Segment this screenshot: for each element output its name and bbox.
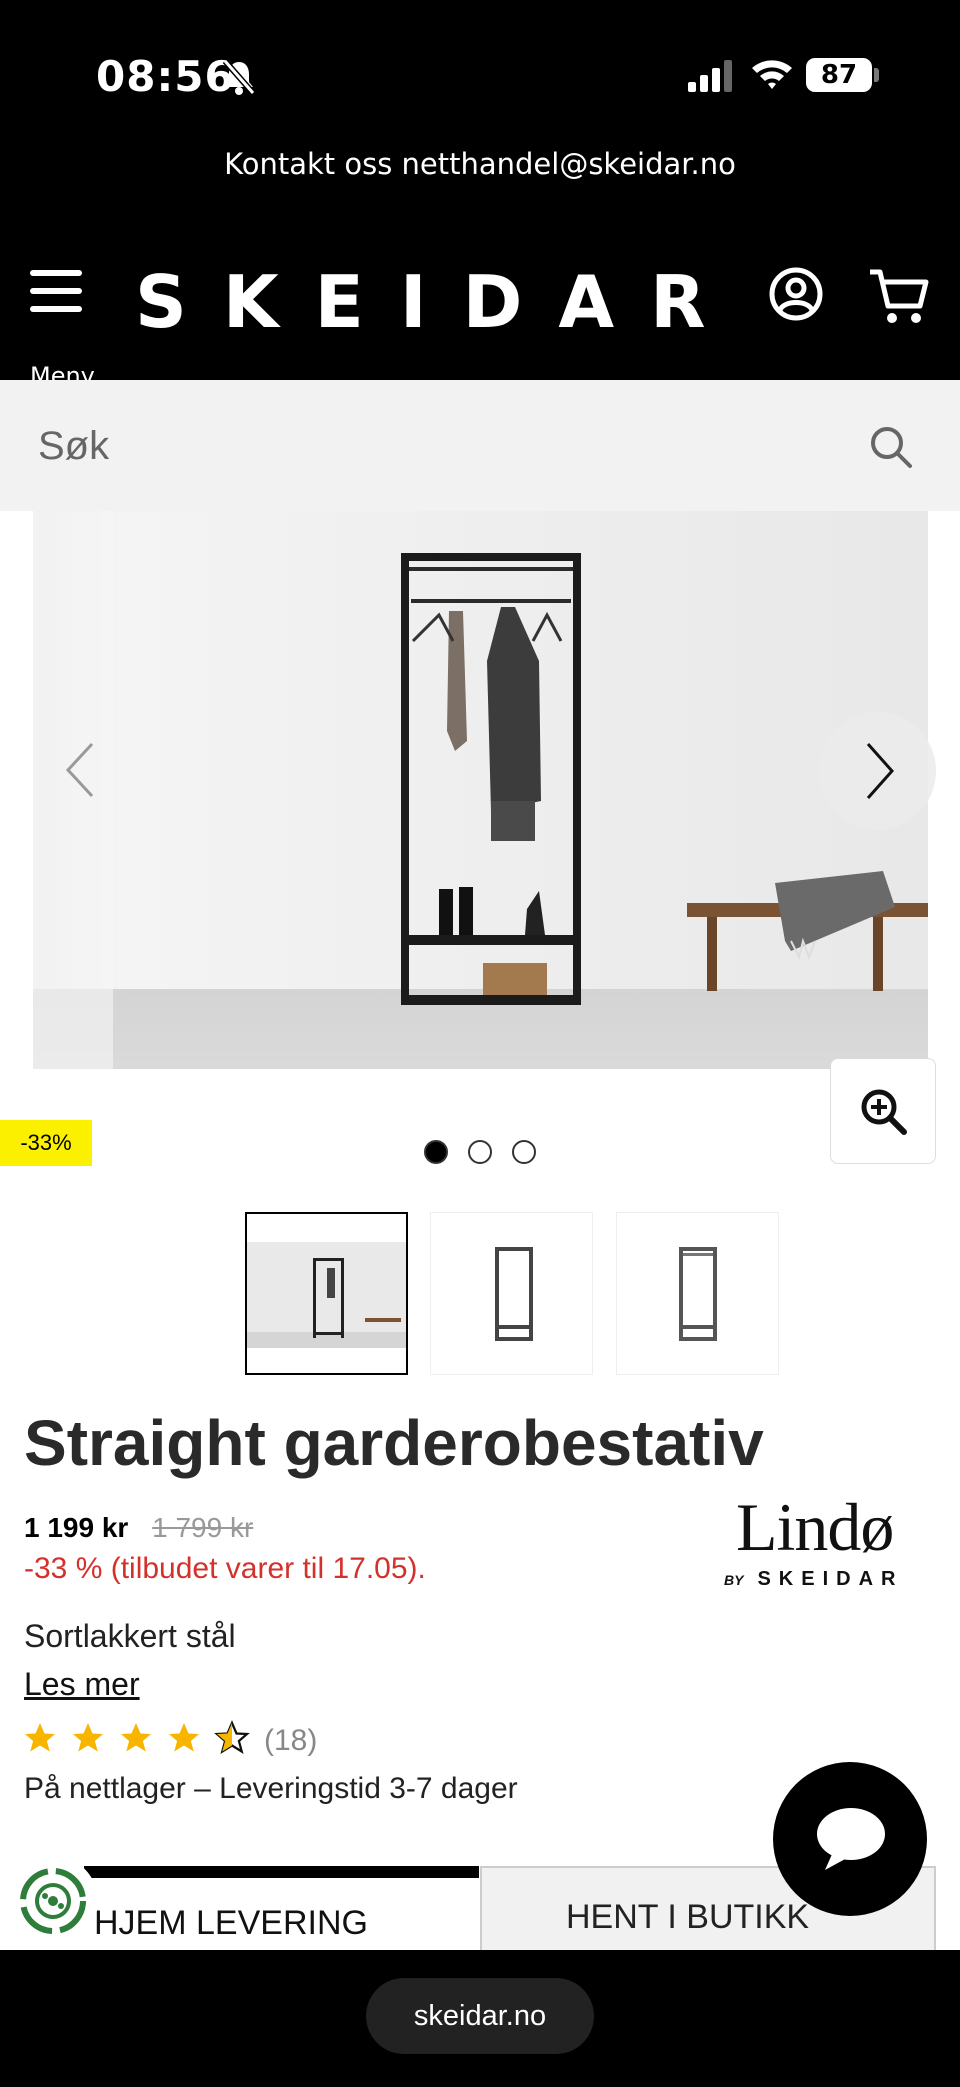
thumbnail[interactable] (430, 1212, 593, 1375)
chevron-left-icon[interactable] (62, 740, 98, 800)
brand-name: Lindø (736, 1489, 894, 1565)
review-count[interactable]: (18) (264, 1724, 317, 1758)
browser-bar: skeidar.no (0, 1950, 960, 2087)
tab-store-label: HENT I BUTIKK (566, 1898, 810, 1936)
stock-status: På nettlager – Leveringstid 3-7 dager (24, 1772, 518, 1805)
product-image[interactable] (33, 511, 928, 1069)
eco-icon (20, 1868, 86, 1934)
status-time: 08:56 (96, 52, 235, 101)
search-bar (0, 380, 960, 511)
tab-home-label: HJEM LEVERING (94, 1904, 368, 1942)
thumbnail[interactable] (616, 1212, 779, 1375)
thumbnail-image (495, 1247, 533, 1341)
tab-home-delivery[interactable]: HJEM LEVERING (84, 1866, 479, 1950)
menu-icon (30, 270, 92, 312)
star-icon (25, 1723, 55, 1752)
search-input[interactable] (38, 416, 838, 476)
star-icon (73, 1723, 103, 1752)
product-material: Sortlakkert stål (24, 1618, 236, 1654)
contact-bar: Kontakt oss netthandel@skeidar.no (0, 148, 960, 230)
thumbnail-image (679, 1247, 717, 1341)
pagination-dot[interactable] (512, 1140, 536, 1164)
battery-cap (874, 68, 879, 82)
thumbnail-image (247, 1242, 406, 1348)
brand-by: BY (724, 1572, 744, 1588)
offer-text: -33 % (tilbudet varer til 17.05). (24, 1552, 426, 1585)
brand-sub-name: SKEIDAR (757, 1568, 904, 1590)
price-row: 1 199 kr 1 799 kr (24, 1512, 253, 1544)
brand-logo[interactable]: Lindø BY SKEIDAR (720, 1488, 940, 1598)
coat-rack-illustration (33, 511, 928, 1069)
pagination-dot[interactable] (424, 1140, 448, 1164)
search-icon[interactable] (868, 424, 914, 470)
next-image-button[interactable] (818, 712, 936, 830)
url-pill[interactable]: skeidar.no (366, 1978, 594, 2054)
star-icon (169, 1723, 199, 1752)
zoom-in-icon (861, 1089, 907, 1135)
site-header: Meny SKEIDAR (0, 230, 960, 390)
site-logo[interactable]: SKEIDAR (135, 260, 742, 344)
contact-text[interactable]: Kontakt oss netthandel@skeidar.no (0, 148, 960, 180)
brand-subtitle: BY SKEIDAR (724, 1568, 903, 1591)
pagination-dot[interactable] (468, 1140, 492, 1164)
current-price: 1 199 kr (24, 1512, 129, 1543)
user-icon[interactable] (768, 266, 824, 322)
wifi-icon (752, 60, 792, 89)
half-star-icon (214, 1720, 250, 1754)
star-icon (121, 1723, 151, 1752)
cart-icon[interactable] (868, 268, 930, 326)
menu-button[interactable]: Meny (30, 270, 95, 390)
status-bar: 08:56 87 (0, 0, 960, 150)
chevron-right-icon (866, 743, 895, 799)
chat-button[interactable] (773, 1762, 927, 1916)
read-more-link[interactable]: Les mer (24, 1666, 140, 1703)
signal-icon (688, 60, 732, 92)
battery-icon: 87 (806, 58, 872, 92)
old-price: 1 799 kr (152, 1512, 254, 1543)
image-pagination (422, 1140, 542, 1166)
bell-slash-icon (222, 59, 256, 95)
thumbnail[interactable] (245, 1212, 408, 1375)
product-title: Straight garderobestativ (24, 1407, 764, 1479)
zoom-button[interactable] (830, 1058, 936, 1164)
chat-icon (817, 1808, 885, 1870)
discount-badge: -33% (0, 1120, 92, 1166)
eco-badge[interactable] (8, 1856, 98, 1946)
